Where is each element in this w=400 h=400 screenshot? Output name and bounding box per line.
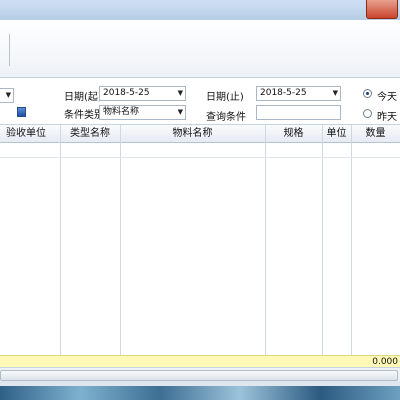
calendar-icon[interactable] — [17, 107, 26, 117]
column-header-material-name[interactable]: 物料名称 — [120, 125, 265, 142]
close-window-button[interactable] — [366, 0, 398, 19]
column-header-unit[interactable]: 单位 — [322, 125, 351, 142]
column-header-spec[interactable]: 规格 — [265, 125, 322, 142]
radio-today[interactable] — [363, 89, 372, 98]
chevron-down-icon: ▼ — [5, 91, 11, 99]
radio-today-label: 今天 — [377, 92, 397, 103]
date-end-field[interactable]: 2018-5-25 ▼ — [256, 86, 341, 101]
horizontal-scrollbar[interactable] — [0, 367, 400, 382]
filter-panel: ▼ 日期(起) 2018-5-25 ▼ 日期(止) 2018-5-25 ▼ 今天… — [0, 78, 400, 124]
condition-type-select[interactable]: 物料名称 ▼ — [99, 105, 186, 120]
data-grid[interactable]: 验收单位 类型名称 物料名称 规格 单位 数量 0.000 — [0, 124, 400, 369]
condition-type-label: 条件类别 — [64, 110, 104, 121]
toolbar — [0, 20, 400, 78]
chevron-down-icon: ▼ — [177, 89, 183, 97]
table-row[interactable] — [0, 142, 400, 158]
query-input[interactable] — [256, 105, 341, 120]
date-end-label: 日期(止) — [206, 92, 244, 103]
column-header-quantity[interactable]: 数量 — [351, 125, 400, 142]
condition-type-value: 物料名称 — [103, 107, 140, 117]
date-end-value: 2018-5-25 — [260, 88, 307, 98]
chevron-down-icon: ▼ — [332, 89, 338, 97]
radio-yesterday[interactable] — [363, 109, 372, 118]
window-title-bar — [0, 0, 400, 21]
date-start-value: 2018-5-25 — [103, 88, 150, 98]
scrollbar-thumb[interactable] — [0, 370, 398, 381]
column-divider — [60, 125, 61, 368]
column-header-acceptance-unit[interactable]: 验收单位 — [0, 125, 60, 142]
column-divider — [265, 125, 266, 368]
left-filter-combo[interactable]: ▼ — [0, 88, 14, 103]
column-header-type-name[interactable]: 类型名称 — [60, 125, 120, 142]
desktop-background — [0, 386, 400, 400]
date-start-label: 日期(起) — [64, 92, 102, 103]
date-start-field[interactable]: 2018-5-25 ▼ — [99, 86, 186, 101]
radio-yesterday-label: 昨天 — [377, 112, 397, 123]
column-divider — [351, 125, 352, 368]
query-label: 查询条件 — [206, 112, 246, 123]
chevron-down-icon: ▼ — [177, 108, 183, 116]
column-divider — [120, 125, 121, 368]
toolbar-separator — [9, 34, 10, 66]
column-divider — [322, 125, 323, 368]
